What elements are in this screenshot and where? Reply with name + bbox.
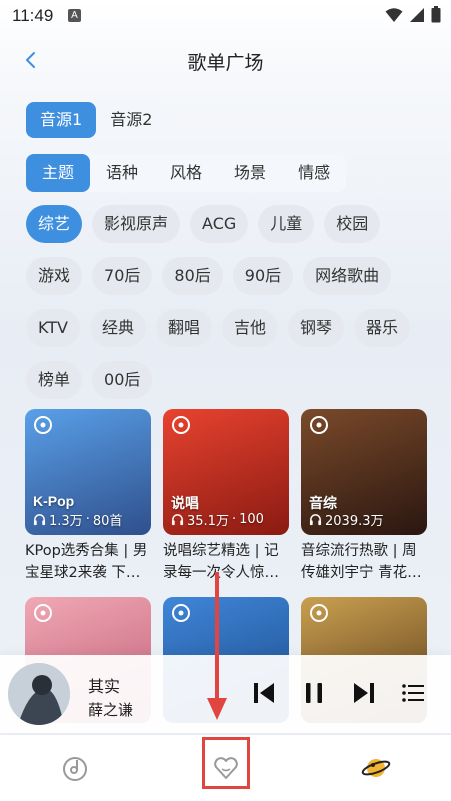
playlist-cover[interactable]: 说唱 35.1万 · 100 bbox=[163, 409, 289, 535]
next-button[interactable] bbox=[348, 677, 380, 709]
play-count: 35.1万 bbox=[187, 514, 229, 529]
previous-button[interactable] bbox=[248, 677, 280, 709]
app-logo-icon bbox=[310, 416, 328, 434]
nav-discover[interactable] bbox=[361, 753, 391, 783]
source-tab-1[interactable]: 音源1 bbox=[26, 102, 97, 138]
source-switcher: 音源1 音源2 bbox=[26, 102, 167, 138]
headphones-icon bbox=[171, 514, 184, 526]
cover-text: K-Pop bbox=[33, 493, 75, 509]
playlist-title: 说唱综艺精选 | 记录每一次令人惊… bbox=[163, 543, 279, 581]
annotation-arrow-line bbox=[215, 572, 219, 702]
tag-chip[interactable]: 游戏 bbox=[26, 257, 83, 295]
tab-emotion[interactable]: 情感 bbox=[282, 154, 346, 192]
tag-chip[interactable]: 90后 bbox=[232, 257, 294, 295]
skip-previous-icon bbox=[254, 683, 274, 703]
status-bar: 11:49 A bbox=[0, 0, 451, 32]
play-count: 1.3万 bbox=[49, 514, 83, 529]
stats-separator: · bbox=[231, 512, 237, 527]
tab-language[interactable]: 语种 bbox=[90, 154, 154, 192]
pause-button[interactable] bbox=[298, 677, 330, 709]
app-logo-icon bbox=[172, 604, 190, 622]
app-logo-icon bbox=[310, 604, 328, 622]
signal-icon bbox=[410, 7, 424, 22]
tag-chip[interactable]: 校园 bbox=[324, 205, 381, 243]
tab-theme[interactable]: 主题 bbox=[26, 154, 91, 192]
annotation-arrow-head bbox=[207, 698, 227, 720]
playlist-title: 音综流行热歌 | 周传雄刘宇宁 青花… bbox=[301, 543, 422, 581]
tag-chip[interactable]: 器乐 bbox=[354, 309, 411, 347]
pause-icon bbox=[306, 683, 322, 703]
notification-icon: A bbox=[68, 9, 81, 22]
tag-chip[interactable]: 网络歌曲 bbox=[303, 257, 392, 295]
tag-list: 综艺 影视原声 ACG 儿童 校园 游戏 70后 80后 90后 网络歌曲 KT… bbox=[26, 205, 436, 399]
playlist-stats: 35.1万 · 100 bbox=[171, 510, 264, 529]
playlist-card[interactable]: 说唱 35.1万 · 100 说唱综艺精选 | 记录每一次令人惊… bbox=[163, 409, 289, 584]
planet-icon bbox=[361, 759, 391, 777]
page-title: 歌单广场 bbox=[187, 52, 264, 74]
album-art bbox=[8, 663, 70, 725]
category-tabs: 主题 语种 风格 场景 情感 bbox=[26, 154, 347, 192]
tag-chip[interactable]: 儿童 bbox=[258, 205, 315, 243]
tag-chip[interactable]: 翻唱 bbox=[155, 309, 212, 347]
wifi-icon bbox=[385, 7, 403, 22]
app-logo-icon bbox=[34, 416, 52, 434]
playlist-card[interactable]: 音综 2039.3万 音综流行热歌 | 周传雄刘宇宁 青花… bbox=[301, 409, 427, 584]
tag-chip[interactable]: 70后 bbox=[92, 257, 153, 295]
source-tab-2[interactable]: 音源2 bbox=[96, 102, 166, 138]
now-playing-title: 其实 bbox=[88, 677, 121, 696]
playlist-card[interactable]: K-Pop 1.3万 · 80首 KPop选秀合集 | 男宝星球2来袭 下… bbox=[25, 409, 151, 584]
tag-chip[interactable]: 综艺 bbox=[26, 205, 83, 243]
app-logo-icon bbox=[34, 604, 52, 622]
app-logo-icon bbox=[172, 416, 190, 434]
tag-chip[interactable]: 榜单 bbox=[26, 361, 83, 399]
playlist-stats: 2039.3万 bbox=[309, 510, 384, 529]
playlist-stats: 1.3万 · 80首 bbox=[33, 510, 122, 529]
play-count: 2039.3万 bbox=[325, 514, 384, 529]
now-playing-cover[interactable] bbox=[8, 663, 70, 725]
tag-chip[interactable]: ACG bbox=[190, 205, 249, 243]
track-count: 100 bbox=[239, 512, 264, 527]
header: 歌单广场 bbox=[0, 36, 451, 84]
skip-next-icon bbox=[354, 683, 374, 703]
tag-chip[interactable]: 00后 bbox=[92, 361, 153, 399]
now-playing-artist: 薛之谦 bbox=[88, 701, 134, 719]
tag-chip[interactable]: 影视原声 bbox=[92, 205, 181, 243]
mini-player[interactable]: 其实 薛之谦 bbox=[0, 655, 451, 733]
track-count: 80首 bbox=[92, 514, 123, 529]
annotation-highlight-box bbox=[202, 737, 250, 789]
screen: 11:49 A 歌单广场 音源1 音源2 主题 语种 风格 场景 情感 综艺 影… bbox=[0, 0, 451, 801]
tag-chip[interactable]: 钢琴 bbox=[288, 309, 345, 347]
status-icons bbox=[385, 6, 441, 23]
playlist-queue-button[interactable] bbox=[398, 677, 430, 709]
tag-chip[interactable]: KTV bbox=[26, 309, 80, 347]
tag-chip[interactable]: 经典 bbox=[89, 309, 146, 347]
playlist-cover[interactable]: K-Pop 1.3万 · 80首 bbox=[25, 409, 151, 535]
battery-icon bbox=[431, 6, 441, 23]
music-disc-icon bbox=[63, 757, 87, 781]
headphones-icon bbox=[33, 514, 46, 526]
status-time: 11:49 bbox=[12, 6, 54, 25]
queue-list-icon bbox=[402, 684, 424, 702]
tag-chip[interactable]: 吉他 bbox=[222, 309, 279, 347]
playlist-title: KPop选秀合集 | 男宝星球2来袭 下… bbox=[25, 543, 148, 581]
headphones-icon bbox=[309, 514, 322, 526]
stats-separator: · bbox=[85, 512, 90, 527]
tab-scene[interactable]: 场景 bbox=[218, 154, 282, 192]
nav-music[interactable] bbox=[60, 753, 90, 783]
playlist-cover[interactable]: 音综 2039.3万 bbox=[301, 409, 427, 535]
tab-style[interactable]: 风格 bbox=[154, 154, 218, 192]
tag-chip[interactable]: 80后 bbox=[162, 257, 223, 295]
